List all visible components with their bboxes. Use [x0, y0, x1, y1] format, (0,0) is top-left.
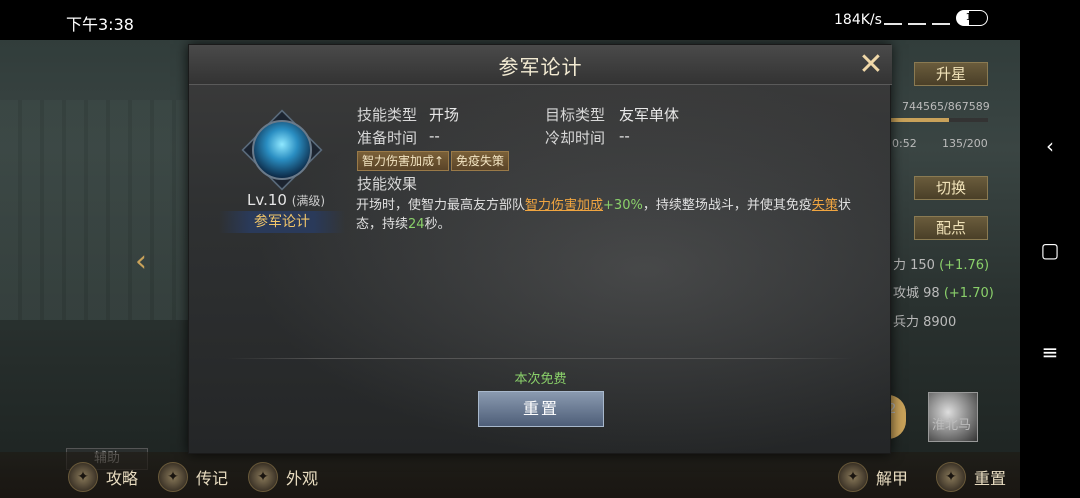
nav-home-icon[interactable]: ▢: [1038, 238, 1062, 262]
bottom-bar: ✦ 攻略 ✦ 传记 ✦ 外观 ✦ 解甲 ✦ 重置: [0, 452, 1020, 498]
back-arrow-icon[interactable]: ‹: [135, 245, 163, 279]
bottom-reset-button[interactable]: ✦ 重置: [936, 462, 1006, 492]
tag-intel-damage: 智力伤害加成↑: [357, 151, 450, 171]
stat-intel: 力 150 (+1.76): [893, 258, 990, 273]
signal-icon: [908, 11, 926, 25]
stat-troops: 兵力 8900: [893, 315, 957, 330]
allocate-button[interactable]: 配点: [914, 216, 988, 240]
target-type-value: 友军单体: [619, 106, 680, 124]
skill-description: 开场时，使智力最高友方部队智力伤害加成+30%，持续整场战斗，并使其免疫失策状态…: [356, 198, 851, 232]
keyword-blunder[interactable]: 失策: [812, 198, 838, 213]
close-icon[interactable]: ✕: [856, 50, 886, 80]
switch-button[interactable]: 切换: [914, 176, 988, 200]
wifi-icon: [932, 11, 950, 25]
effect-label: 技能效果: [357, 175, 418, 193]
skill-level: Lv.10 (满级): [247, 191, 326, 209]
cooldown-label: 冷却时间: [545, 129, 606, 147]
modal-header: 参军论计 ✕: [189, 45, 892, 85]
status-icons: 14: [884, 10, 988, 26]
reset-button[interactable]: 重置: [478, 391, 604, 427]
modal-title: 参军论计: [498, 55, 583, 79]
skill-type-label: 技能类型: [357, 106, 418, 124]
nav-menu-icon[interactable]: ≡: [1038, 340, 1062, 364]
divider: [227, 358, 853, 359]
battery-icon: 14: [956, 10, 988, 26]
strategy-button[interactable]: ✦ 攻略: [68, 462, 138, 492]
exp-text: 744565/867589: [902, 100, 990, 113]
armor-icon: ✦: [248, 462, 278, 492]
unequip-icon: ✦: [838, 462, 868, 492]
nav-back-icon[interactable]: ‹: [1038, 134, 1062, 158]
android-nav-bar: ‹ ▢ ≡: [1020, 40, 1080, 498]
appearance-button[interactable]: ✦ 外观: [248, 462, 318, 492]
skill-name: 参军论计: [219, 211, 345, 233]
count-text: 135/200: [942, 137, 988, 150]
network-speed: 184K/s: [834, 12, 882, 28]
upgrade-star-button[interactable]: 升星: [914, 62, 988, 86]
target-type-label: 目标类型: [545, 106, 606, 124]
book-icon: ✦: [68, 462, 98, 492]
timer-text: 0:52: [892, 137, 917, 150]
keyword-intel-damage[interactable]: 智力伤害加成: [525, 198, 603, 213]
cooldown-value: --: [619, 127, 630, 145]
status-bar: 下午3:38 184K/s 14: [0, 0, 1080, 40]
scroll-icon: ✦: [158, 462, 188, 492]
prep-time-value: --: [429, 127, 440, 145]
reset-icon: ✦: [936, 462, 966, 492]
free-note: 本次免费: [514, 372, 567, 387]
skill-icon: [252, 120, 312, 180]
skill-modal: 参军论计 ✕ Lv.10 (满级) 参军论计 技能类型 开场 目标类型 友军单体…: [188, 44, 892, 454]
castle-scenery: [0, 100, 190, 320]
unequip-button[interactable]: ✦ 解甲: [838, 462, 908, 492]
stat-siege: 攻城 98 (+1.70): [893, 286, 994, 301]
horse-label: 淮北马: [932, 418, 972, 433]
prep-time-label: 准备时间: [357, 129, 418, 147]
alarm-icon: [884, 11, 902, 25]
skill-type-value: 开场: [429, 106, 460, 124]
exp-bar: [890, 118, 988, 122]
biography-button[interactable]: ✦ 传记: [158, 462, 228, 492]
skill-icon-frame: [241, 109, 323, 191]
status-time: 下午3:38: [66, 15, 134, 34]
tag-immune: 免疫失策: [451, 151, 510, 171]
